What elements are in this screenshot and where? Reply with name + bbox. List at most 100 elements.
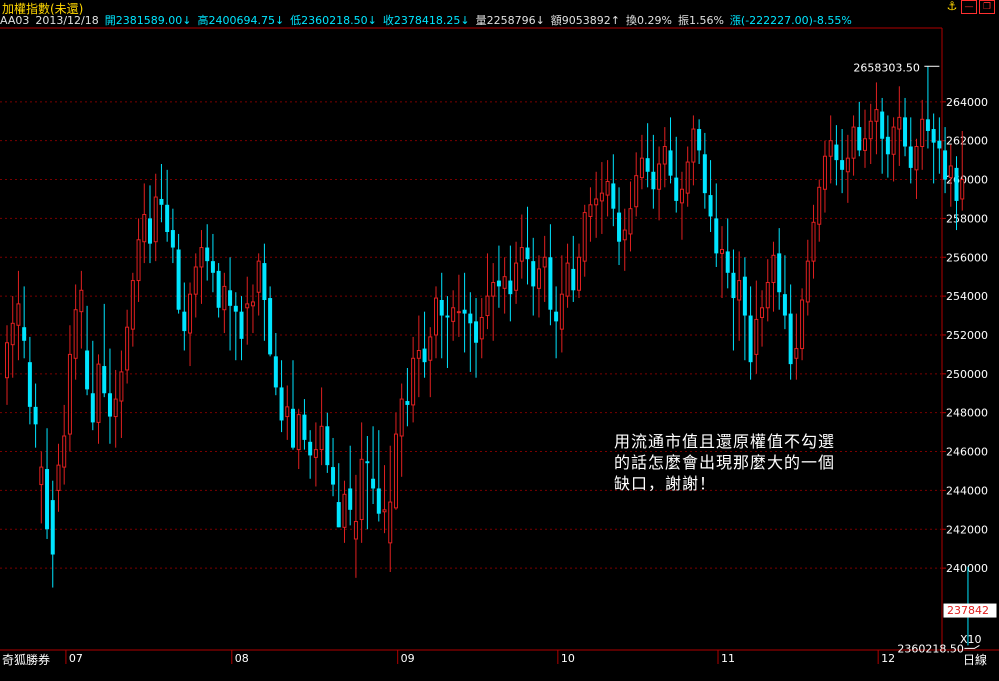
candlestick-chart[interactable]: 240000 242000 244000 246000 248000 250000 2520… bbox=[0, 0, 999, 681]
candle-body bbox=[880, 111, 885, 139]
candle-body bbox=[188, 293, 193, 334]
candle-body bbox=[588, 204, 593, 217]
candle-body bbox=[617, 212, 622, 242]
candle-body bbox=[742, 276, 747, 316]
candle-body bbox=[702, 154, 707, 194]
candle-body bbox=[925, 119, 930, 131]
candle-body bbox=[388, 501, 393, 544]
candle-body bbox=[216, 270, 221, 308]
candle-body bbox=[233, 305, 238, 312]
candle-body bbox=[313, 449, 318, 458]
candle-body bbox=[645, 158, 650, 172]
candle-body bbox=[176, 249, 181, 310]
candle-body bbox=[468, 313, 473, 324]
candle-body bbox=[371, 478, 376, 489]
min-value-label: 2360218.50 bbox=[897, 642, 963, 655]
candle-body bbox=[279, 387, 284, 421]
candle-body bbox=[720, 248, 724, 254]
y-tick-label: 262000 bbox=[946, 135, 988, 148]
y-tick-label: 252000 bbox=[946, 329, 988, 342]
candle-body bbox=[411, 357, 416, 406]
candle-body bbox=[33, 406, 38, 425]
candle-body bbox=[491, 282, 496, 297]
candle-body bbox=[342, 493, 347, 528]
candle-body bbox=[199, 247, 204, 268]
candle-body bbox=[943, 150, 948, 180]
candle-body bbox=[331, 467, 336, 485]
candle-body bbox=[422, 348, 427, 363]
x-tick-label: 09 bbox=[401, 652, 415, 665]
last-price-label: 237842 bbox=[947, 604, 989, 617]
candle-body bbox=[428, 336, 433, 361]
candle-body bbox=[754, 318, 759, 355]
candle-body bbox=[679, 188, 684, 204]
candle-body bbox=[479, 316, 484, 340]
candle-body bbox=[439, 300, 444, 316]
x-tick-label: 11 bbox=[721, 652, 735, 665]
candle-body bbox=[708, 195, 713, 217]
candle-body bbox=[800, 299, 805, 350]
x-tick-label: 12 bbox=[881, 652, 895, 665]
candle-body bbox=[245, 303, 250, 309]
candle-body bbox=[920, 118, 925, 148]
candle-body bbox=[325, 426, 330, 466]
candle-body bbox=[434, 297, 438, 336]
candle-body bbox=[5, 342, 9, 379]
candle-body bbox=[782, 294, 787, 316]
candle-body bbox=[874, 109, 879, 122]
candle-body bbox=[628, 208, 633, 235]
candle-body bbox=[508, 280, 513, 295]
candle-body bbox=[605, 180, 610, 196]
candle-body bbox=[222, 285, 227, 311]
candle-body bbox=[845, 157, 850, 173]
candle-body bbox=[291, 408, 295, 448]
y-tick-label: 248000 bbox=[946, 407, 988, 420]
candle-body bbox=[788, 313, 793, 365]
candle-body bbox=[954, 167, 959, 201]
candle-body bbox=[548, 257, 553, 310]
candle-body bbox=[451, 307, 456, 322]
candle-body bbox=[805, 260, 810, 303]
candle-body bbox=[502, 276, 507, 289]
candle-body bbox=[62, 435, 67, 468]
y-tick-label: 258000 bbox=[946, 212, 988, 225]
candle-body bbox=[302, 414, 307, 440]
candle-body bbox=[519, 247, 524, 262]
software-name: 奇狐勝券 bbox=[2, 653, 51, 667]
candle-body bbox=[165, 204, 170, 232]
candle-body bbox=[794, 348, 799, 359]
candle-body bbox=[554, 311, 559, 322]
candle-body bbox=[822, 155, 827, 190]
y-tick-label: 244000 bbox=[946, 484, 988, 497]
x-tick-label: 10 bbox=[561, 652, 575, 665]
candle-body bbox=[851, 126, 856, 159]
y-tick-label: 256000 bbox=[946, 251, 988, 264]
candle-body bbox=[737, 280, 742, 301]
candle-body bbox=[668, 150, 673, 176]
candle-body bbox=[903, 117, 908, 147]
candle-body bbox=[674, 177, 679, 201]
candle-body bbox=[725, 251, 730, 273]
note-line: 用流通市值且還原權值不勾選 bbox=[614, 432, 836, 451]
candle-body bbox=[857, 127, 862, 151]
y-tick-label: 250000 bbox=[946, 368, 988, 381]
candle-body bbox=[863, 138, 867, 151]
candle-body bbox=[697, 129, 702, 151]
candle-body bbox=[771, 254, 776, 284]
period-selector[interactable]: 日線 bbox=[963, 651, 987, 668]
candle-body bbox=[393, 433, 398, 509]
candle-body bbox=[914, 146, 919, 171]
candle-body bbox=[85, 350, 90, 390]
candle-body bbox=[382, 509, 387, 513]
candle-body bbox=[336, 502, 341, 528]
candle-body bbox=[296, 414, 301, 451]
candle-body bbox=[27, 362, 32, 407]
candle-body bbox=[96, 363, 101, 423]
candle-body bbox=[268, 298, 273, 355]
candle-body bbox=[136, 239, 141, 282]
y-tick-label: 246000 bbox=[946, 446, 988, 459]
candle-body bbox=[262, 263, 267, 300]
candle-body bbox=[148, 218, 152, 244]
candle-body bbox=[565, 262, 570, 297]
candle-body bbox=[559, 293, 564, 330]
